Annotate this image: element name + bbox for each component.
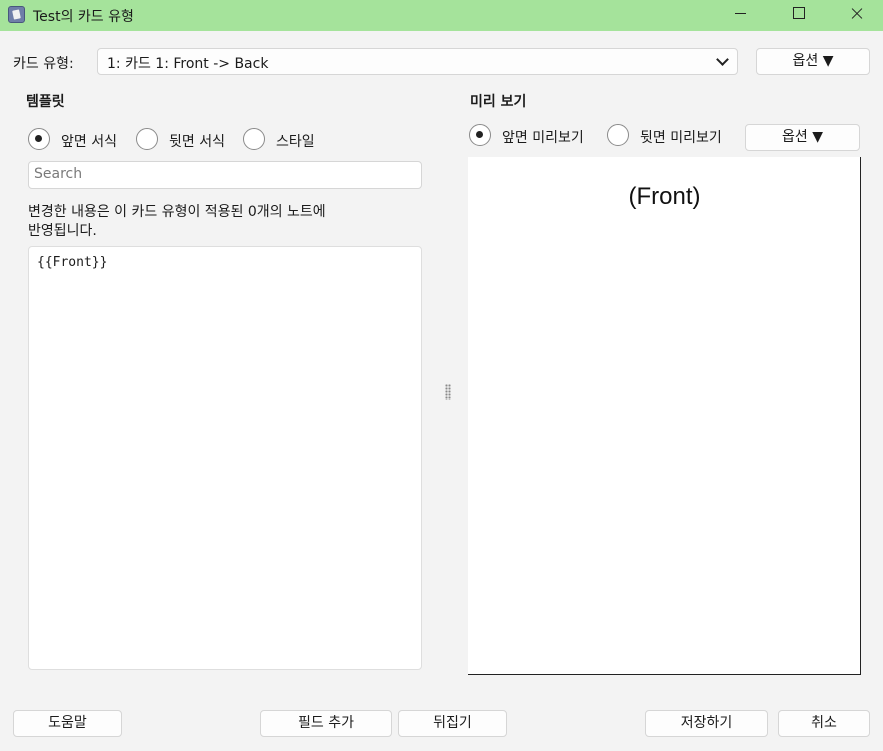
notice-text-line2: 반영됩니다.: [28, 223, 97, 239]
close-button[interactable]: [833, 0, 879, 31]
notice-text-line1: 변경한 내용은 이 카드 유형이 적용된 0개의 노트에: [28, 204, 326, 220]
options-button[interactable]: 옵션 ▼: [756, 48, 870, 75]
window-title: Test의 카드 유형: [33, 9, 134, 25]
front-template-radio[interactable]: [28, 128, 50, 150]
maximize-button[interactable]: [775, 0, 821, 31]
template-heading: 템플릿: [26, 94, 65, 110]
template-editor[interactable]: {{Front}}: [28, 246, 422, 670]
back-preview-radio[interactable]: [607, 124, 629, 146]
preview-heading: 미리 보기: [470, 94, 527, 110]
chevron-down-icon: [716, 53, 729, 66]
template-editor-content[interactable]: {{Front}}: [37, 255, 107, 270]
card-type-label: 카드 유형:: [13, 56, 74, 72]
preview-rendered-text: (Front): [628, 183, 701, 210]
help-button[interactable]: 도움말: [13, 710, 122, 737]
app-icon: [8, 6, 25, 23]
front-preview-radio[interactable]: [469, 124, 491, 146]
styling-radio[interactable]: [243, 128, 265, 150]
preview-area: (Front): [468, 157, 861, 675]
card-type-value: 1: 카드 1: Front -> Back: [107, 56, 269, 72]
back-preview-label[interactable]: 뒷면 미리보기: [640, 127, 722, 147]
add-field-button[interactable]: 필드 추가: [260, 710, 392, 737]
back-template-radio[interactable]: [136, 128, 158, 150]
front-template-label[interactable]: 앞면 서식: [61, 131, 117, 151]
styling-label[interactable]: 스타일: [276, 131, 315, 151]
minimize-button[interactable]: [717, 0, 763, 31]
save-button[interactable]: 저장하기: [645, 710, 768, 737]
flip-button[interactable]: 뒤집기: [398, 710, 507, 737]
search-field[interactable]: [28, 161, 422, 189]
card-type-dropdown[interactable]: 1: 카드 1: Front -> Back: [97, 48, 738, 75]
title-bar: Test의 카드 유형: [0, 0, 883, 31]
search-input[interactable]: [29, 162, 394, 186]
cancel-button[interactable]: 취소: [778, 710, 870, 737]
preview-options-button[interactable]: 옵션 ▼: [745, 124, 860, 151]
front-preview-label[interactable]: 앞면 미리보기: [502, 127, 584, 147]
back-template-label[interactable]: 뒷면 서식: [169, 131, 225, 151]
splitter-handle[interactable]: [445, 384, 451, 400]
